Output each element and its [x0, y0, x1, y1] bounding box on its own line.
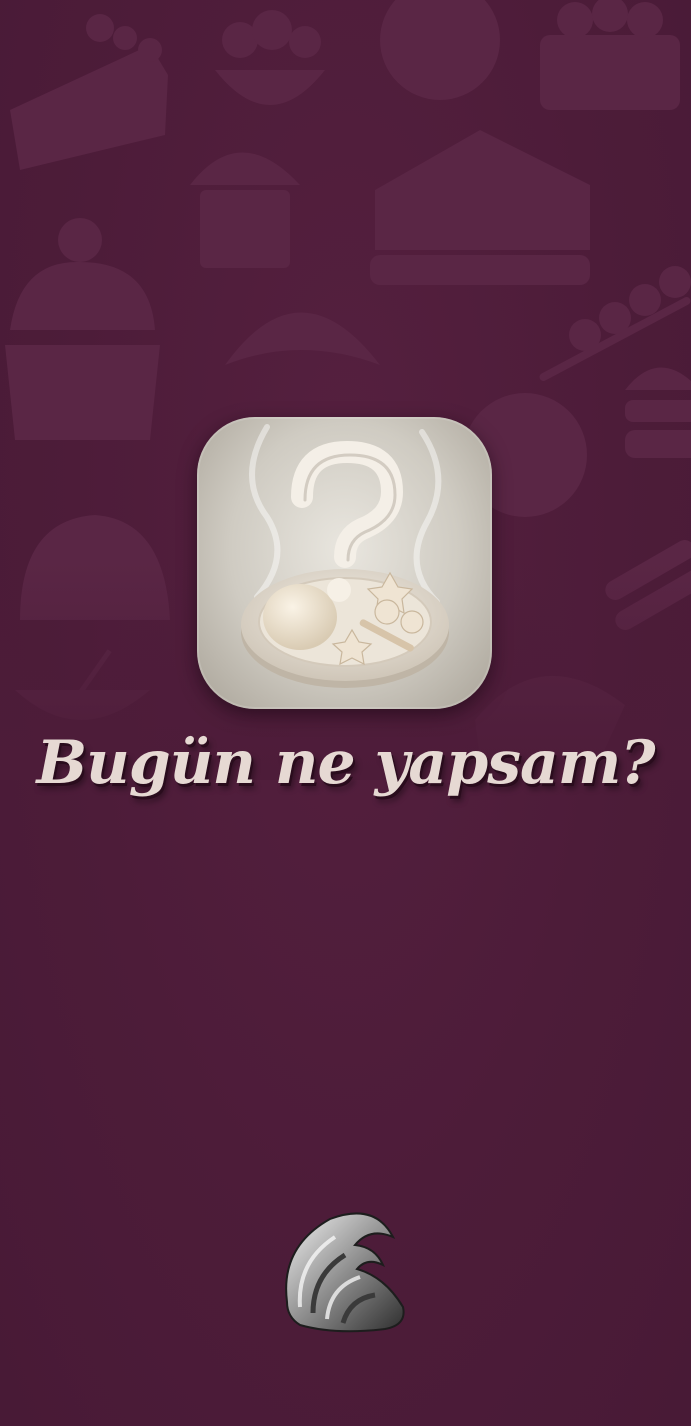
salad-bowl-icon — [215, 10, 325, 105]
muffin-icon — [190, 152, 300, 268]
donut-icon — [380, 0, 500, 100]
splash-screen: Bugün ne yapsam? — [0, 0, 691, 1426]
plate-question-icon — [241, 424, 449, 688]
sandwich-icon — [370, 130, 590, 285]
burger-icon — [625, 367, 691, 458]
app-title: Bugün ne yapsam? — [36, 728, 655, 798]
cupcake-icon — [540, 0, 680, 110]
cake-slice-icon — [10, 14, 168, 170]
app-icon — [197, 417, 492, 709]
cupcake-icon — [5, 218, 160, 440]
wave-logo-icon — [285, 1212, 405, 1333]
croissant-icon — [225, 312, 380, 365]
